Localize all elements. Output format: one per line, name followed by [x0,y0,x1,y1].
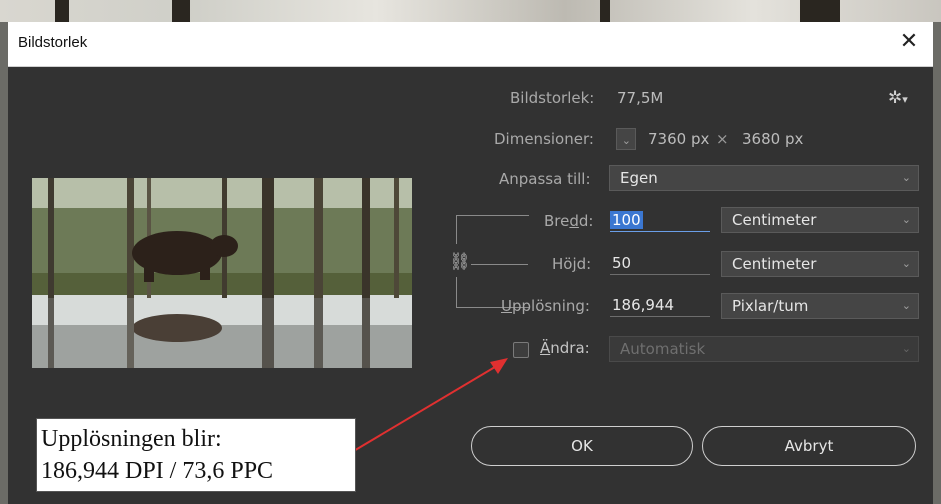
annotation-line-1: Upplösningen blir: [41,426,222,452]
annotation-note: Upplösningen blir: 186,944 DPI / 73,6 PP… [36,418,356,492]
annotation-line-2: 186,944 DPI / 73,6 PPC [41,458,274,484]
